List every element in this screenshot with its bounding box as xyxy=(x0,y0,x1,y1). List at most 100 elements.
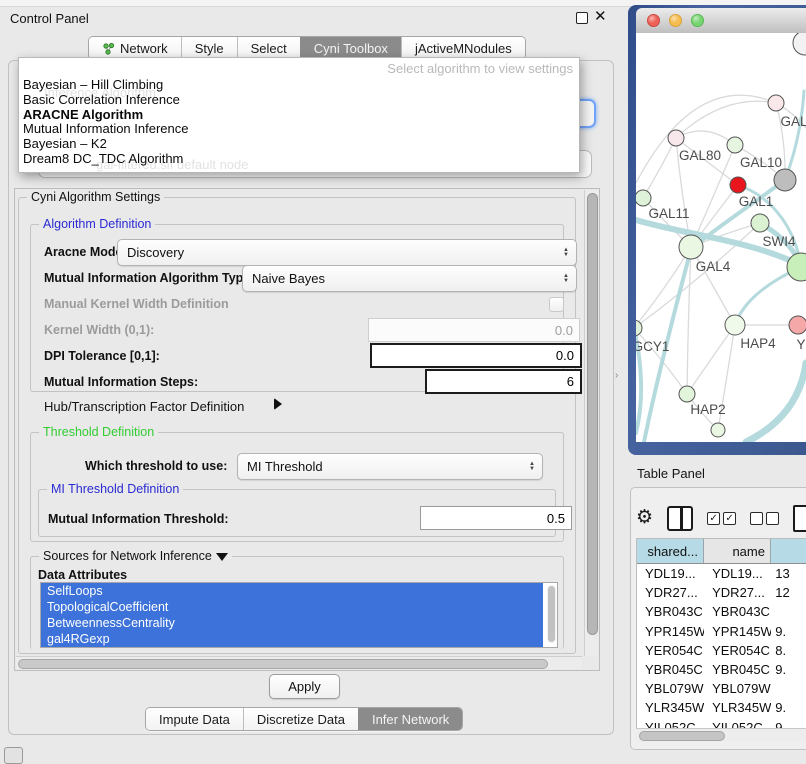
tab-network[interactable]: Network xyxy=(89,37,181,59)
scrollbar-thumb[interactable] xyxy=(639,731,725,741)
column-header[interactable] xyxy=(771,539,806,563)
tab-label: Impute Data xyxy=(159,712,230,727)
which-threshold-select[interactable]: MI Threshold ▲▼ xyxy=(237,453,543,480)
network-node-gal[interactable] xyxy=(768,95,784,111)
table-row[interactable]: YBL079WYBL079W xyxy=(637,679,806,698)
tab-style[interactable]: Style xyxy=(181,37,237,59)
algorithm-option[interactable]: Mutual Information Inference xyxy=(23,121,188,136)
unchecked-box-icon xyxy=(766,512,779,525)
network-window-titlebar[interactable] xyxy=(636,8,806,33)
sources-title[interactable]: Sources for Network Inference xyxy=(43,549,212,563)
settings-vertical-scrollbar[interactable] xyxy=(584,190,598,656)
mi-type-select[interactable]: Naive Bayes ▲▼ xyxy=(242,265,577,292)
deselect-columns-icon[interactable] xyxy=(750,512,779,525)
tab-impute-data[interactable]: Impute Data xyxy=(146,708,243,730)
network-node-gal11[interactable] xyxy=(636,190,651,206)
document-icon[interactable] xyxy=(793,505,806,532)
scrollbar-thumb[interactable] xyxy=(548,586,555,642)
split-columns-icon[interactable] xyxy=(667,506,693,531)
dpi-tolerance-field[interactable]: 0.0 xyxy=(370,343,582,368)
network-edge[interactable] xyxy=(687,325,735,394)
attribute-item[interactable]: BetweennessCentrality xyxy=(41,615,543,631)
table-horizontal-scrollbar[interactable] xyxy=(636,728,806,742)
network-edge[interactable] xyxy=(676,131,735,145)
table-row[interactable]: YER054CYER054C8. xyxy=(637,641,806,660)
expand-arrow-icon[interactable] xyxy=(274,398,282,410)
table-row[interactable]: YIL052CYIL052C9 xyxy=(637,718,806,729)
kernel-width-field[interactable]: 0.0 xyxy=(368,318,580,342)
mi-threshold-field[interactable]: 0.5 xyxy=(420,506,572,530)
table-row[interactable]: YLR345WYLR345W9. xyxy=(637,698,806,717)
network-edge[interactable] xyxy=(785,91,804,180)
tab-jactivemnodules[interactable]: jActiveMNodules xyxy=(401,37,525,59)
network-node-gal80[interactable] xyxy=(668,130,684,146)
table-row[interactable]: YBR045CYBR045C9. xyxy=(637,660,806,679)
float-window-icon[interactable] xyxy=(576,12,588,24)
collapse-arrow-icon[interactable] xyxy=(216,553,228,561)
table-row[interactable]: YDR27...YDR27...12 xyxy=(637,583,806,602)
manual-kernel-checkbox[interactable] xyxy=(549,297,564,312)
table-cell: YDL19... xyxy=(704,564,771,583)
scrollbar-thumb[interactable] xyxy=(18,659,548,669)
table-row[interactable]: YBR043CYBR043C xyxy=(637,602,806,621)
algorithm-option[interactable]: ARACNE Algorithm xyxy=(23,107,143,122)
table-cell: 9. xyxy=(771,622,806,641)
network-node[interactable] xyxy=(793,33,806,55)
node-label: GAL1 xyxy=(739,194,774,209)
tab-select[interactable]: Select xyxy=(237,37,300,59)
network-node-y[interactable] xyxy=(789,316,806,334)
select-all-columns-icon[interactable]: ✓✓ xyxy=(707,512,736,525)
algorithm-option[interactable]: Bayesian – K2 xyxy=(23,136,107,151)
table-row[interactable]: YPR145WYPR145W9. xyxy=(637,622,806,641)
network-node-swi4[interactable] xyxy=(751,214,769,232)
gear-icon[interactable]: ⚙ xyxy=(636,508,653,528)
node-label: HAP4 xyxy=(740,336,776,351)
tab-infer-network[interactable]: Infer Network xyxy=(358,708,462,730)
node-table[interactable]: shared...nameYDL19...YDL19...13YDR27...Y… xyxy=(636,538,806,728)
network-canvas[interactable]: GALGAL80GAL10GAL1GAL11SWI4GAL4GCY1HAP4YH… xyxy=(636,33,806,442)
table-cell: YBR043C xyxy=(704,602,771,621)
network-edge[interactable] xyxy=(643,138,676,198)
network-node-gal4[interactable] xyxy=(679,235,703,259)
scrollbar-thumb[interactable] xyxy=(587,193,598,635)
network-node-gal1[interactable] xyxy=(730,177,746,193)
aracne-mode-select[interactable]: Discovery ▲▼ xyxy=(117,239,577,266)
algorithm-option[interactable]: Dream8 DC_TDC Algorithm xyxy=(23,151,183,166)
mi-steps-field[interactable]: 6 xyxy=(425,369,582,394)
close-traffic-light[interactable] xyxy=(647,14,660,27)
tab-discretize-data[interactable]: Discretize Data xyxy=(243,708,358,730)
network-node[interactable] xyxy=(711,423,725,437)
close-icon[interactable]: ✕ xyxy=(594,7,607,25)
minimized-panel-icon[interactable] xyxy=(4,747,23,764)
apply-button[interactable]: Apply xyxy=(269,674,340,699)
column-header-name[interactable]: name xyxy=(704,539,771,563)
tab-cyni-toolbox[interactable]: Cyni Toolbox xyxy=(300,37,401,59)
network-edge[interactable] xyxy=(746,363,806,442)
zoom-traffic-light[interactable] xyxy=(691,14,704,27)
attribute-item[interactable]: TopologicalCoefficient xyxy=(41,599,543,615)
network-node-gal10[interactable] xyxy=(727,137,743,153)
list-vertical-scrollbar[interactable] xyxy=(547,585,556,643)
attribute-item[interactable]: SelfLoops xyxy=(41,583,543,599)
split-pane-handle-icon[interactable]: › xyxy=(615,370,618,381)
network-node[interactable] xyxy=(774,169,796,191)
network-node-hap4[interactable] xyxy=(725,315,745,335)
network-view-window: GALGAL80GAL10GAL1GAL11SWI4GAL4GCY1HAP4YH… xyxy=(628,5,806,455)
table-cell: YLR345W xyxy=(704,698,771,717)
minimize-traffic-light[interactable] xyxy=(669,14,682,27)
algorithm-option[interactable]: Basic Correlation Inference xyxy=(23,92,180,107)
network-node-hap2[interactable] xyxy=(679,386,695,402)
group-title: Algorithm Definition xyxy=(39,217,155,231)
attribute-item[interactable]: gal4RGexp xyxy=(41,631,543,647)
node-label: SWI4 xyxy=(762,234,795,249)
node-label: GAL10 xyxy=(740,155,782,170)
column-header-shared[interactable]: shared... xyxy=(637,539,704,563)
data-attributes-list[interactable]: SelfLoopsTopologicalCoefficientBetweenne… xyxy=(40,582,558,648)
algorithm-option[interactable]: Bayesian – Hill Climbing xyxy=(23,77,163,92)
hub-definition-toggle[interactable]: Hub/Transcription Factor Definition xyxy=(44,399,244,414)
stepper-arrows-icon: ▲▼ xyxy=(563,248,569,258)
table-row[interactable]: YDL19...YDL19...13 xyxy=(637,564,806,583)
aracne-mode-label: Aracne Mode: xyxy=(44,245,127,259)
settings-horizontal-scrollbar[interactable] xyxy=(16,656,582,669)
group-title: Threshold Definition xyxy=(39,425,158,439)
